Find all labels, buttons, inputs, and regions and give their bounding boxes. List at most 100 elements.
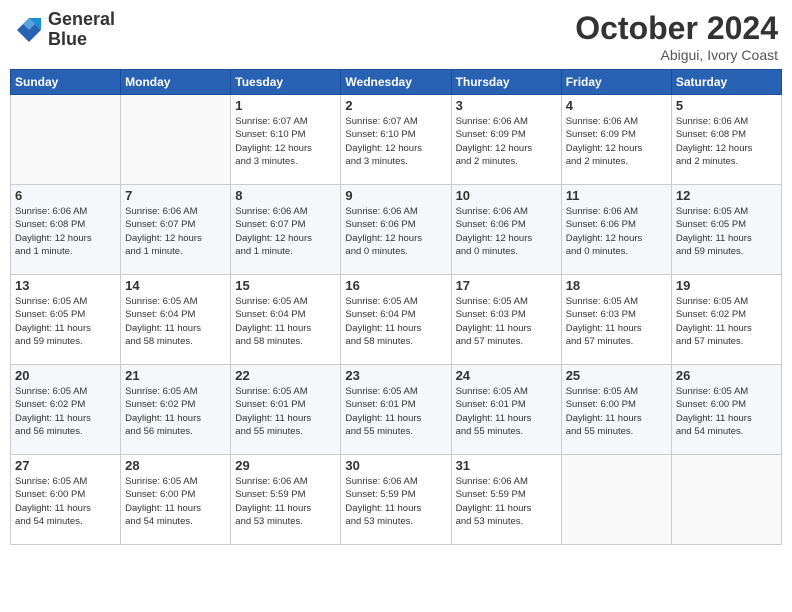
day-cell: 15Sunrise: 6:05 AM Sunset: 6:04 PM Dayli… — [231, 275, 341, 365]
day-number: 29 — [235, 458, 336, 473]
day-number: 22 — [235, 368, 336, 383]
day-number: 4 — [566, 98, 667, 113]
day-number: 31 — [456, 458, 557, 473]
day-number: 25 — [566, 368, 667, 383]
day-header-monday: Monday — [121, 70, 231, 95]
week-row-4: 20Sunrise: 6:05 AM Sunset: 6:02 PM Dayli… — [11, 365, 782, 455]
day-header-friday: Friday — [561, 70, 671, 95]
day-number: 6 — [15, 188, 116, 203]
day-cell: 26Sunrise: 6:05 AM Sunset: 6:00 PM Dayli… — [671, 365, 781, 455]
week-row-1: 1 Sunrise: 6:07 AM Sunset: 6:10 PM Daylig… — [11, 95, 782, 185]
day-cell: 18Sunrise: 6:05 AM Sunset: 6:03 PM Dayli… — [561, 275, 671, 365]
logo: General Blue — [14, 10, 115, 50]
day-info: Sunrise: 6:06 AM Sunset: 6:09 PM Dayligh… — [566, 115, 667, 168]
week-row-2: 6 Sunrise: 6:06 AM Sunset: 6:08 PM Daylig… — [11, 185, 782, 275]
week-row-5: 27 Sunrise: 6:05 AM Sunset: 6:00 PM Dayli… — [11, 455, 782, 545]
day-number: 21 — [125, 368, 226, 383]
day-info: Sunrise: 6:06 AM Sunset: 6:06 PM Dayligh… — [345, 205, 446, 258]
day-number: 9 — [345, 188, 446, 203]
day-number: 11 — [566, 188, 667, 203]
day-info: Sunrise: 6:05 AM Sunset: 6:01 PM Dayligh… — [456, 385, 557, 438]
day-cell: 17 Sunrise: 6:05 AM Sunset: 6:03 PM Dayli… — [451, 275, 561, 365]
day-cell: 29 Sunrise: 6:06 AM Sunset: 5:59 PM Dayli… — [231, 455, 341, 545]
day-cell: 14Sunrise: 6:05 AM Sunset: 6:04 PM Dayli… — [121, 275, 231, 365]
day-cell: 21 Sunrise: 6:05 AM Sunset: 6:02 PM Dayli… — [121, 365, 231, 455]
day-cell — [561, 455, 671, 545]
day-cell: 4 Sunrise: 6:06 AM Sunset: 6:09 PM Daylig… — [561, 95, 671, 185]
day-info: Sunrise: 6:05 AM Sunset: 6:05 PM Dayligh… — [676, 205, 777, 258]
day-info: Sunrise: 6:07 AM Sunset: 6:10 PM Dayligh… — [235, 115, 336, 168]
day-number: 28 — [125, 458, 226, 473]
day-cell — [11, 95, 121, 185]
day-info: Sunrise: 6:05 AM Sunset: 6:00 PM Dayligh… — [125, 475, 226, 528]
day-info: Sunrise: 6:05 AM Sunset: 6:03 PM Dayligh… — [456, 295, 557, 348]
day-info: Sunrise: 6:05 AM Sunset: 6:01 PM Dayligh… — [345, 385, 446, 438]
title-block: October 2024 Abigui, Ivory Coast — [575, 10, 778, 63]
day-cell: 22 Sunrise: 6:05 AM Sunset: 6:01 PM Dayli… — [231, 365, 341, 455]
day-cell: 30Sunrise: 6:06 AM Sunset: 5:59 PM Dayli… — [341, 455, 451, 545]
day-info: Sunrise: 6:06 AM Sunset: 6:07 PM Dayligh… — [235, 205, 336, 258]
day-cell: 9 Sunrise: 6:06 AM Sunset: 6:06 PM Daylig… — [341, 185, 451, 275]
day-header-saturday: Saturday — [671, 70, 781, 95]
day-cell: 7 Sunrise: 6:06 AM Sunset: 6:07 PM Daylig… — [121, 185, 231, 275]
logo-line2: Blue — [48, 30, 115, 50]
day-cell: 28 Sunrise: 6:05 AM Sunset: 6:00 PM Dayli… — [121, 455, 231, 545]
week-row-3: 13 Sunrise: 6:05 AM Sunset: 6:05 PM Dayli… — [11, 275, 782, 365]
header-row: SundayMondayTuesdayWednesdayThursdayFrid… — [11, 70, 782, 95]
day-cell: 10Sunrise: 6:06 AM Sunset: 6:06 PM Dayli… — [451, 185, 561, 275]
day-info: Sunrise: 6:06 AM Sunset: 6:09 PM Dayligh… — [456, 115, 557, 168]
day-info: Sunrise: 6:05 AM Sunset: 6:04 PM Dayligh… — [235, 295, 336, 348]
day-cell: 24Sunrise: 6:05 AM Sunset: 6:01 PM Dayli… — [451, 365, 561, 455]
day-info: Sunrise: 6:05 AM Sunset: 6:05 PM Dayligh… — [15, 295, 116, 348]
day-number: 17 — [456, 278, 557, 293]
month-title: October 2024 — [575, 10, 778, 47]
day-cell: 5 Sunrise: 6:06 AM Sunset: 6:08 PM Daylig… — [671, 95, 781, 185]
day-info: Sunrise: 6:06 AM Sunset: 6:08 PM Dayligh… — [676, 115, 777, 168]
day-header-wednesday: Wednesday — [341, 70, 451, 95]
day-cell: 13 Sunrise: 6:05 AM Sunset: 6:05 PM Dayli… — [11, 275, 121, 365]
day-number: 1 — [235, 98, 336, 113]
day-cell: 1 Sunrise: 6:07 AM Sunset: 6:10 PM Daylig… — [231, 95, 341, 185]
day-info: Sunrise: 6:06 AM Sunset: 5:59 PM Dayligh… — [456, 475, 557, 528]
day-info: Sunrise: 6:06 AM Sunset: 6:08 PM Dayligh… — [15, 205, 116, 258]
day-cell: 27 Sunrise: 6:05 AM Sunset: 6:00 PM Dayli… — [11, 455, 121, 545]
day-cell — [121, 95, 231, 185]
day-cell: 3 Sunrise: 6:06 AM Sunset: 6:09 PM Daylig… — [451, 95, 561, 185]
day-number: 16 — [345, 278, 446, 293]
day-cell: 2Sunrise: 6:07 AM Sunset: 6:10 PM Daylig… — [341, 95, 451, 185]
day-number: 23 — [345, 368, 446, 383]
day-cell: 23 Sunrise: 6:05 AM Sunset: 6:01 PM Dayli… — [341, 365, 451, 455]
day-number: 5 — [676, 98, 777, 113]
day-number: 30 — [345, 458, 446, 473]
day-number: 26 — [676, 368, 777, 383]
day-number: 27 — [15, 458, 116, 473]
day-cell: 19 Sunrise: 6:05 AM Sunset: 6:02 PM Dayli… — [671, 275, 781, 365]
day-info: Sunrise: 6:05 AM Sunset: 6:02 PM Dayligh… — [676, 295, 777, 348]
day-cell: 12 Sunrise: 6:05 AM Sunset: 6:05 PM Dayli… — [671, 185, 781, 275]
day-number: 12 — [676, 188, 777, 203]
day-header-thursday: Thursday — [451, 70, 561, 95]
day-info: Sunrise: 6:06 AM Sunset: 6:07 PM Dayligh… — [125, 205, 226, 258]
logo-line1: General — [48, 10, 115, 30]
day-cell: 11 Sunrise: 6:06 AM Sunset: 6:06 PM Dayli… — [561, 185, 671, 275]
day-info: Sunrise: 6:06 AM Sunset: 6:06 PM Dayligh… — [566, 205, 667, 258]
logo-icon — [14, 15, 44, 45]
day-header-tuesday: Tuesday — [231, 70, 341, 95]
day-cell: 25 Sunrise: 6:05 AM Sunset: 6:00 PM Dayli… — [561, 365, 671, 455]
day-number: 19 — [676, 278, 777, 293]
day-cell: 16Sunrise: 6:05 AM Sunset: 6:04 PM Dayli… — [341, 275, 451, 365]
day-number: 13 — [15, 278, 116, 293]
day-info: Sunrise: 6:05 AM Sunset: 6:02 PM Dayligh… — [125, 385, 226, 438]
day-info: Sunrise: 6:05 AM Sunset: 6:00 PM Dayligh… — [566, 385, 667, 438]
day-info: Sunrise: 6:05 AM Sunset: 6:01 PM Dayligh… — [235, 385, 336, 438]
day-number: 3 — [456, 98, 557, 113]
day-number: 7 — [125, 188, 226, 203]
day-info: Sunrise: 6:06 AM Sunset: 5:59 PM Dayligh… — [235, 475, 336, 528]
day-info: Sunrise: 6:05 AM Sunset: 6:02 PM Dayligh… — [15, 385, 116, 438]
calendar-body: 1 Sunrise: 6:07 AM Sunset: 6:10 PM Daylig… — [11, 95, 782, 545]
calendar-header: SundayMondayTuesdayWednesdayThursdayFrid… — [11, 70, 782, 95]
day-info: Sunrise: 6:07 AM Sunset: 6:10 PM Dayligh… — [345, 115, 446, 168]
day-number: 18 — [566, 278, 667, 293]
day-info: Sunrise: 6:05 AM Sunset: 6:00 PM Dayligh… — [15, 475, 116, 528]
day-cell: 31 Sunrise: 6:06 AM Sunset: 5:59 PM Dayli… — [451, 455, 561, 545]
